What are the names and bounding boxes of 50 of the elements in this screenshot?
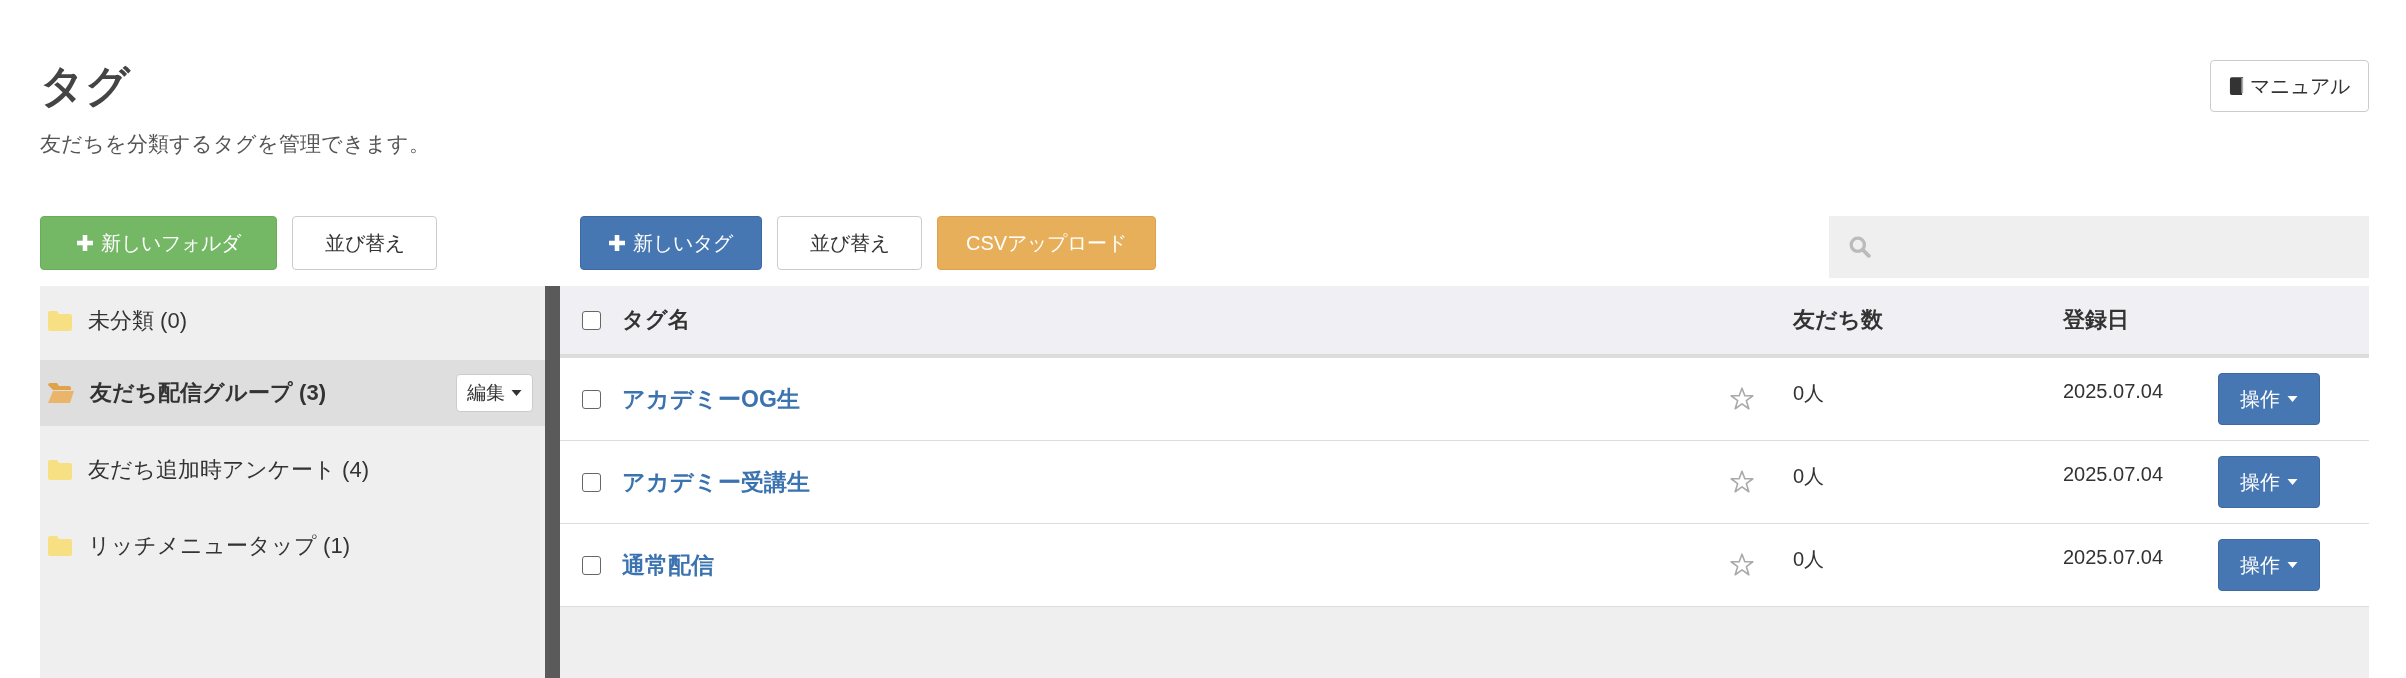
registered-date: 2025.07.04 bbox=[2063, 379, 2165, 404]
plus-icon bbox=[609, 235, 625, 251]
folder-icon bbox=[48, 536, 72, 556]
folder-item[interactable]: 未分類 (0) bbox=[40, 286, 545, 356]
folder-name: 未分類 (0) bbox=[88, 307, 188, 335]
row-checkbox[interactable] bbox=[582, 389, 601, 409]
caret-icon bbox=[2287, 479, 2298, 485]
row-checkbox[interactable] bbox=[582, 555, 601, 575]
tag-name-link[interactable]: 通常配信 bbox=[622, 549, 714, 581]
star-icon[interactable] bbox=[1729, 386, 1755, 412]
book-icon bbox=[2229, 76, 2244, 96]
tag-name-link[interactable]: アカデミーOG生 bbox=[622, 383, 800, 415]
column-header: 登録日 bbox=[2063, 306, 2130, 334]
registered-date: 2025.07.04 bbox=[2063, 462, 2165, 487]
page-description: 友だちを分類するタグを管理できます。 bbox=[40, 131, 430, 157]
select-all-checkbox[interactable] bbox=[582, 310, 601, 330]
friend-count: 0人 bbox=[1793, 381, 1826, 406]
folder-icon bbox=[48, 460, 72, 480]
caret-icon bbox=[2287, 562, 2298, 568]
actions-dropdown[interactable]: 操作 bbox=[2218, 373, 2320, 425]
open-folder-icon bbox=[48, 383, 74, 403]
folder-item[interactable]: 友だち配信グループ (3) 編集 bbox=[40, 360, 545, 426]
friend-count: 0人 bbox=[1793, 547, 1826, 572]
tag-name-link[interactable]: アカデミー受講生 bbox=[622, 466, 810, 498]
caret-icon bbox=[2287, 396, 2298, 402]
search-icon bbox=[1849, 236, 1871, 258]
caret-icon bbox=[511, 390, 522, 396]
folder-item[interactable]: 友だち追加時アンケート (4) bbox=[40, 432, 545, 508]
sort-button[interactable]: 並び替え bbox=[292, 216, 437, 270]
plus-icon bbox=[76, 235, 93, 251]
manual-button[interactable]: マニュアル bbox=[2210, 60, 2369, 112]
column-header: 友だち数 bbox=[1793, 306, 1884, 334]
actions-dropdown[interactable]: 操作 bbox=[2218, 456, 2320, 508]
new-tag-button[interactable]: 新しいタグ bbox=[580, 216, 762, 270]
registered-date: 2025.07.04 bbox=[2063, 545, 2165, 570]
actions-dropdown[interactable]: 操作 bbox=[2218, 539, 2320, 591]
column-header: タグ名 bbox=[622, 306, 691, 334]
row-checkbox[interactable] bbox=[582, 472, 601, 492]
friend-count: 0人 bbox=[1793, 464, 1826, 489]
folder-item[interactable]: リッチメニュータップ (1) bbox=[40, 508, 545, 584]
folder-name: 友だち配信グループ (3) bbox=[90, 379, 327, 407]
star-icon[interactable] bbox=[1729, 552, 1755, 578]
folder-name: リッチメニュータップ (1) bbox=[88, 532, 351, 560]
folder-icon bbox=[48, 311, 72, 331]
folder-name: 友だち追加時アンケート (4) bbox=[88, 456, 370, 484]
search-field[interactable] bbox=[1829, 216, 2369, 278]
sort-button[interactable]: 並び替え bbox=[777, 216, 922, 270]
page-title: タグ bbox=[40, 60, 132, 112]
star-icon[interactable] bbox=[1729, 469, 1755, 495]
edit-dropdown[interactable]: 編集 bbox=[456, 374, 533, 412]
